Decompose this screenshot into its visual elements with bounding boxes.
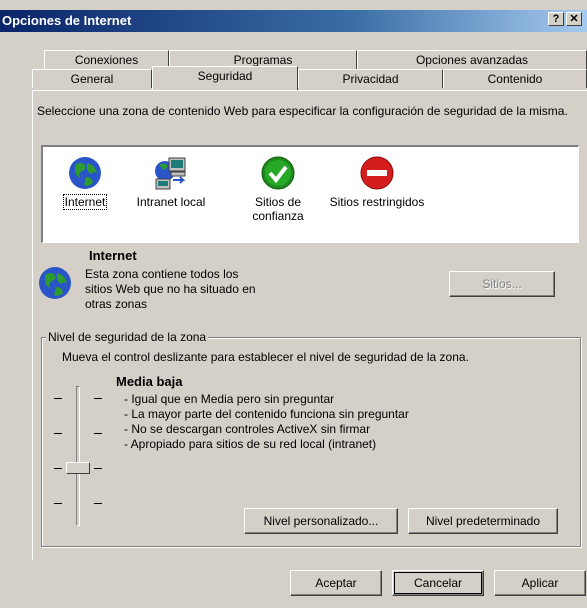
zone-intranet-label: Intranet local bbox=[136, 195, 206, 209]
tab-privacidad[interactable]: Privacidad bbox=[298, 69, 443, 88]
security-level-name: Media baja bbox=[116, 374, 183, 389]
slider-track bbox=[76, 386, 80, 526]
custom-level-button[interactable]: Nivel personalizado... bbox=[244, 508, 398, 534]
apply-button[interactable]: Aplicar bbox=[494, 570, 586, 596]
slider-tick bbox=[54, 398, 62, 399]
security-level-group-label: Nivel de seguridad de la zona bbox=[46, 330, 209, 344]
sites-button[interactable]: Sitios... bbox=[449, 271, 555, 297]
tab-opciones-avanzadas[interactable]: Opciones avanzadas bbox=[357, 50, 587, 69]
zone-list[interactable]: Internet Intranet local Sitios de confia… bbox=[41, 145, 579, 243]
zone-confianza-label: Sitios de confianza bbox=[252, 195, 304, 223]
zone-internet[interactable]: Internet bbox=[45, 155, 125, 210]
slider-tick bbox=[94, 468, 102, 469]
bullet-item: - La mayor parte del contenido funciona … bbox=[124, 407, 409, 421]
red-no-entry-icon bbox=[360, 156, 394, 190]
close-button[interactable]: ✕ bbox=[566, 12, 582, 26]
zone-internet-label: Internet bbox=[62, 194, 108, 210]
security-level-group: Nivel de seguridad de la zona Mueva el c… bbox=[41, 330, 581, 547]
security-slider[interactable] bbox=[52, 378, 102, 538]
slider-tick bbox=[94, 398, 102, 399]
intro-text: Seleccione una zona de contenido Web par… bbox=[37, 104, 568, 118]
zone-sitios-restringidos[interactable]: Sitios restringidos bbox=[327, 155, 427, 209]
zone-restringidos-label: Sitios restringidos bbox=[329, 195, 425, 209]
default-level-button[interactable]: Nivel predeterminado bbox=[408, 508, 558, 534]
selected-zone-globe-icon bbox=[39, 267, 71, 299]
security-tab-panel: Seleccione una zona de contenido Web par… bbox=[32, 90, 587, 560]
window-title: Opciones de Internet bbox=[2, 13, 132, 28]
slider-tick bbox=[54, 503, 62, 504]
slider-tick bbox=[54, 433, 62, 434]
title-bar[interactable]: Opciones de Internet ? ✕ bbox=[0, 10, 587, 32]
help-button[interactable]: ? bbox=[548, 12, 564, 26]
bullet-item: - Igual que en Media pero sin preguntar bbox=[124, 392, 335, 406]
globe-icon bbox=[69, 157, 101, 189]
slider-instruction: Mueva el control deslizante para estable… bbox=[62, 350, 469, 364]
selected-zone-description: Esta zona contiene todos los sitios Web … bbox=[85, 267, 256, 311]
tab-contenido[interactable]: Contenido bbox=[443, 69, 587, 88]
slider-tick bbox=[54, 468, 62, 469]
tab-general[interactable]: General bbox=[32, 69, 152, 88]
tab-seguridad[interactable]: Seguridad bbox=[152, 66, 298, 90]
security-level-bullets: - Igual que en Media pero sin preguntar … bbox=[124, 392, 564, 452]
slider-tick bbox=[94, 433, 102, 434]
bullet-item: - Apropiado para sitios de su red local … bbox=[124, 437, 377, 451]
bullet-item: - No se descargan controles ActiveX sin … bbox=[124, 422, 371, 436]
slider-tick bbox=[94, 503, 102, 504]
internet-options-window: Opciones de Internet ? ✕ Conexiones Prog… bbox=[0, 0, 587, 608]
cancel-button[interactable]: Cancelar bbox=[392, 570, 484, 596]
slider-thumb[interactable] bbox=[66, 462, 90, 474]
selected-zone-title: Internet bbox=[89, 248, 137, 263]
computer-network-icon bbox=[155, 157, 186, 190]
tab-conexiones[interactable]: Conexiones bbox=[44, 50, 169, 69]
zone-intranet-local[interactable]: Intranet local bbox=[131, 155, 211, 209]
zone-sitios-confianza[interactable]: Sitios de confianza bbox=[228, 155, 328, 223]
green-check-icon bbox=[261, 156, 295, 190]
ok-button[interactable]: Aceptar bbox=[290, 570, 382, 596]
